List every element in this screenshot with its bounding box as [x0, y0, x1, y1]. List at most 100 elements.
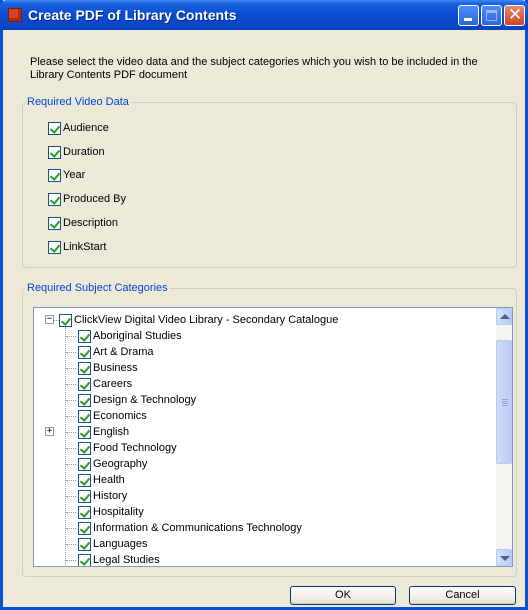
tree-item[interactable]: Design & Technology	[78, 393, 196, 407]
tree-item-label: English	[93, 426, 130, 438]
tree-item[interactable]: Legal Studies	[78, 553, 160, 566]
tree-checkbox[interactable]	[78, 457, 91, 471]
maximize-button[interactable]	[481, 5, 502, 26]
scroll-up-button[interactable]	[496, 308, 512, 325]
tree-item-label: History	[93, 490, 128, 502]
scroll-grip-icon	[502, 399, 508, 407]
tree-item[interactable]: English	[78, 425, 129, 439]
tree-item-label: Geography	[93, 458, 148, 470]
video-data-label: Produced By	[63, 193, 126, 205]
tree-checkbox[interactable]	[78, 409, 91, 423]
tree-item-label: Aboriginal Studies	[93, 330, 182, 342]
video-data-option[interactable]: Produced By	[48, 192, 126, 206]
video-data-option[interactable]: Duration	[48, 145, 105, 159]
tree-item[interactable]: Careers	[78, 377, 132, 391]
scroll-thumb[interactable]	[496, 340, 512, 464]
tree-checkbox[interactable]	[78, 473, 91, 487]
tree-item-label: Business	[93, 362, 138, 374]
tree-connector	[66, 480, 76, 481]
ok-button[interactable]: OK	[290, 586, 396, 605]
tree-checkbox[interactable]	[78, 329, 91, 343]
instructions-text: Please select the video data and the sub…	[30, 56, 478, 81]
tree-item-label: Legal Studies	[93, 554, 160, 566]
video-data-checkbox[interactable]	[48, 168, 61, 182]
maximize-icon	[486, 10, 497, 21]
close-button[interactable]: ✕	[504, 5, 525, 26]
tree-item-label: Art & Drama	[93, 346, 154, 358]
tree-item-label: Information & Communications Technology	[93, 522, 302, 534]
tree-item[interactable]: Economics	[78, 409, 147, 423]
tree-item[interactable]: Business	[78, 361, 138, 375]
tree-item[interactable]: Aboriginal Studies	[78, 329, 182, 343]
scroll-down-button[interactable]	[496, 549, 512, 566]
video-data-option[interactable]: Description	[48, 216, 118, 230]
tree-checkbox[interactable]	[78, 425, 91, 439]
close-icon: ✕	[508, 5, 523, 25]
video-data-checkbox[interactable]	[48, 145, 61, 159]
tree-item[interactable]: Languages	[78, 537, 147, 551]
tree-connector	[66, 448, 76, 449]
window-title: Create PDF of Library Contents	[28, 7, 237, 23]
tree-scrollbar[interactable]	[496, 308, 512, 566]
video-data-option[interactable]: Year	[48, 168, 85, 182]
minimize-button[interactable]	[458, 5, 479, 26]
tree-item-label: Careers	[93, 378, 133, 390]
video-data-label: Duration	[63, 146, 105, 158]
tree-item-label: Economics	[93, 410, 147, 422]
tree-checkbox[interactable]	[78, 537, 91, 551]
tree-item[interactable]: Geography	[78, 457, 147, 471]
video-data-option[interactable]: LinkStart	[48, 240, 106, 254]
video-data-label: Description	[63, 217, 119, 229]
tree-item[interactable]: History	[78, 489, 127, 503]
tree-item-label: ClickView Digital Video Library - Second…	[74, 314, 339, 326]
scroll-down-arrow-icon	[500, 556, 510, 561]
tree-checkbox[interactable]	[78, 393, 91, 407]
cancel-button[interactable]: Cancel	[409, 586, 516, 605]
tree-checkbox[interactable]	[78, 345, 91, 359]
tree-item[interactable]: Food Technology	[78, 441, 177, 455]
video-data-label: Year	[63, 169, 86, 181]
tree-item-label: Food Technology	[93, 442, 177, 454]
tree-connector	[66, 432, 76, 433]
category-tree[interactable]: − ClickView Digital Video Library - Secon…	[33, 307, 513, 567]
tree-connector	[66, 528, 76, 529]
video-data-label: Audience	[63, 122, 109, 134]
category-tree-content: − ClickView Digital Video Library - Secon…	[34, 308, 495, 566]
tree-connector	[65, 327, 66, 566]
tree-checkbox[interactable]	[78, 505, 91, 519]
video-data-checkbox[interactable]	[48, 192, 61, 206]
video-data-label: LinkStart	[63, 241, 107, 253]
expand-icon[interactable]: +	[45, 427, 54, 436]
video-data-checkbox[interactable]	[48, 216, 61, 230]
app-icon	[8, 8, 22, 22]
tree-checkbox[interactable]	[78, 553, 91, 566]
tree-item[interactable]: Art & Drama	[78, 345, 154, 359]
tree-item[interactable]: Hospitality	[78, 505, 144, 519]
tree-connector	[66, 544, 76, 545]
video-data-checkbox[interactable]	[48, 121, 61, 135]
collapse-icon[interactable]: −	[45, 315, 54, 324]
tree-connector	[66, 352, 76, 353]
tree-item-label: Health	[93, 474, 125, 486]
tree-checkbox[interactable]	[78, 361, 91, 375]
tree-checkbox[interactable]	[78, 441, 91, 455]
tree-connector	[66, 560, 76, 561]
tree-item[interactable]: Health	[78, 473, 125, 487]
subject-categories-legend: Required Subject Categories	[27, 282, 168, 294]
tree-checkbox[interactable]	[78, 377, 91, 391]
title-bar[interactable]: Create PDF of Library Contents ✕	[0, 0, 528, 30]
tree-checkbox[interactable]	[78, 521, 91, 535]
tree-connector	[66, 336, 76, 337]
video-data-legend: Required Video Data	[27, 96, 129, 108]
video-data-checkbox[interactable]	[48, 240, 61, 254]
tree-connector	[66, 368, 76, 369]
tree-item-label: Design & Technology	[93, 394, 197, 406]
tree-item[interactable]: Information & Communications Technology	[78, 521, 302, 535]
tree-connector	[66, 496, 76, 497]
tree-connector	[66, 464, 76, 465]
tree-connector	[66, 512, 76, 513]
video-data-option[interactable]: Audience	[48, 121, 109, 135]
tree-checkbox[interactable]	[78, 489, 91, 503]
tree-root-item[interactable]: ClickView Digital Video Library - Second…	[59, 313, 338, 327]
tree-checkbox[interactable]	[59, 313, 72, 327]
